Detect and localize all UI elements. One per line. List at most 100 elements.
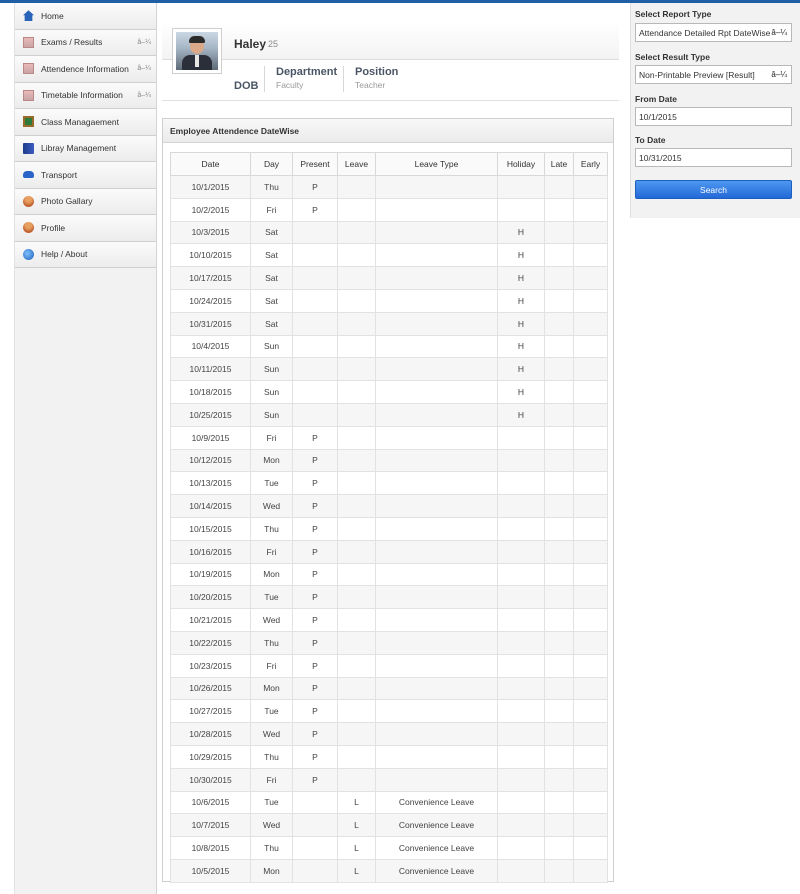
attendance-icon [23, 63, 34, 75]
table-cell: Sat [250, 266, 293, 290]
table-row: 10/7/2015 Wed L Convenience Leave [170, 813, 608, 838]
table-cell: Convenience Leave [375, 813, 498, 838]
table-cell: 10/14/2015 [170, 494, 251, 518]
table-cell [573, 197, 608, 222]
sidebar-item-help-about[interactable]: Help / About [15, 241, 156, 268]
table-cell [375, 220, 498, 245]
library-icon [23, 142, 34, 154]
table-cell: Wed [250, 494, 293, 518]
attendance-table: Date Day Present Leave Leave Type Holiday Late… [170, 152, 608, 883]
sidebar-item-photo-gallary[interactable]: Photo Gallary [15, 188, 156, 215]
table-cell [292, 288, 338, 313]
table-cell [375, 562, 498, 587]
table-cell [573, 836, 608, 860]
table-cell: 10/10/2015 [170, 243, 251, 268]
table-row: 10/25/2015 Sun H [170, 402, 608, 427]
table-cell [573, 402, 608, 427]
table-cell [544, 494, 574, 518]
table-cell [375, 175, 498, 199]
table-cell [497, 585, 545, 610]
table-row: 10/24/2015 Sat H [170, 288, 608, 313]
table-cell [497, 494, 545, 518]
sidebar-item-exams-results[interactable]: Exams / Results â–¼ [15, 29, 156, 56]
table-cell [375, 516, 498, 541]
table-cell: 10/7/2015 [170, 813, 251, 838]
table-cell: 10/23/2015 [170, 653, 251, 678]
result-type-select[interactable]: Non-Printable Preview [Result] â–¼ [635, 65, 792, 84]
table-cell [375, 471, 498, 496]
table-row: 10/23/2015 Fri P [170, 653, 608, 678]
table-cell: P [292, 699, 338, 724]
table-cell [573, 699, 608, 724]
table-cell [544, 836, 574, 860]
dob-block: DOB [234, 80, 258, 92]
table-cell [292, 311, 338, 336]
table-cell [544, 744, 574, 769]
table-cell: L [337, 790, 376, 815]
table-cell: H [497, 243, 545, 268]
table-cell [292, 813, 338, 838]
sidebar-item-attendence-information[interactable]: Attendence Information â–¼ [15, 56, 156, 83]
sidebar-item-libray-management[interactable]: Libray Management [15, 135, 156, 162]
table-cell [544, 813, 574, 838]
table-cell [337, 175, 376, 199]
from-date-input[interactable]: 10/1/2015 [635, 107, 792, 126]
report-type-select[interactable]: Attendance Detailed Rpt DateWise â–¼ [635, 23, 792, 42]
table-cell [497, 516, 545, 541]
table-cell: Tue [250, 585, 293, 610]
exam-icon [23, 36, 34, 48]
table-cell [375, 266, 498, 290]
table-cell: Sat [250, 243, 293, 268]
sidebar-item-label: Attendence Information [41, 63, 129, 74]
table-cell: 10/29/2015 [170, 744, 251, 769]
table-cell: 10/9/2015 [170, 425, 251, 450]
sidebar-item-label: Profile [41, 222, 66, 233]
table-cell [292, 380, 338, 404]
sidebar-item-label: Home [41, 10, 64, 21]
table-cell: 10/11/2015 [170, 357, 251, 382]
table-cell [497, 836, 545, 860]
table-cell [573, 858, 608, 883]
table-cell [544, 767, 574, 792]
table-cell [544, 402, 574, 427]
table-cell: Fri [250, 425, 293, 450]
table-cell [337, 585, 376, 610]
table-cell: P [292, 722, 338, 746]
table-cell: 10/28/2015 [170, 722, 251, 746]
table-cell [497, 471, 545, 496]
table-cell [292, 858, 338, 883]
table-cell: Thu [250, 516, 293, 541]
sidebar-item-class-managaement[interactable]: Class Managaement [15, 109, 156, 136]
sidebar-item-profile[interactable]: Profile [15, 215, 156, 242]
table-cell: Convenience Leave [375, 858, 498, 883]
table-row: 10/2/2015 Fri P [170, 197, 608, 222]
table-cell: P [292, 744, 338, 769]
table-cell: P [292, 539, 338, 564]
table-cell [337, 516, 376, 541]
table-cell [497, 539, 545, 564]
chevron-down-icon: â–¼ [771, 70, 787, 79]
table-cell [573, 288, 608, 313]
table-cell [375, 425, 498, 450]
table-row: 10/13/2015 Tue P [170, 471, 608, 496]
sidebar-item-label: Exams / Results [41, 37, 103, 48]
to-date-input[interactable]: 10/31/2015 [635, 148, 792, 167]
table-row: 10/18/2015 Sun H [170, 380, 608, 404]
table-row: 10/14/2015 Wed P [170, 494, 608, 518]
table-cell [337, 311, 376, 336]
table-row: 10/22/2015 Thu P [170, 630, 608, 655]
column-header: Present [292, 152, 338, 176]
table-row: 10/29/2015 Thu P [170, 744, 608, 769]
table-cell: Wed [250, 608, 293, 632]
table-cell [375, 402, 498, 427]
timetable-icon [23, 89, 34, 101]
sidebar-item-home[interactable]: Home [15, 3, 156, 30]
table-row: 10/1/2015 Thu P [170, 175, 608, 199]
table-cell [573, 425, 608, 450]
search-button[interactable]: Search [635, 180, 792, 199]
table-row: 10/3/2015 Sat H [170, 220, 608, 245]
table-cell: Thu [250, 744, 293, 769]
sidebar-item-transport[interactable]: Transport [15, 162, 156, 189]
column-header: Leave [337, 152, 376, 176]
sidebar-item-timetable-information[interactable]: Timetable Information â–¼ [15, 82, 156, 109]
